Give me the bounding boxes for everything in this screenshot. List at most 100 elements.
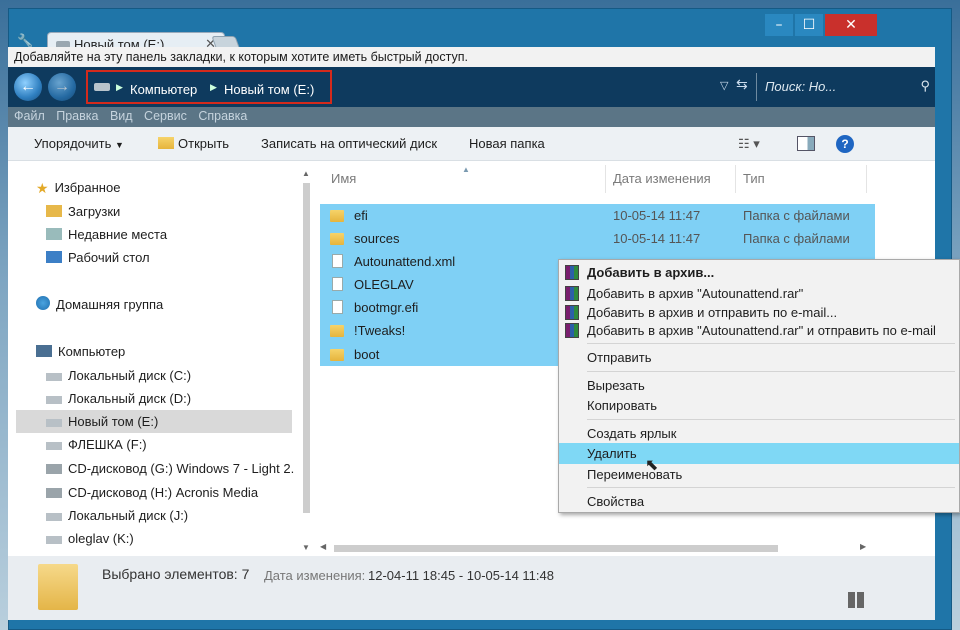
menu-send-to[interactable]: Отправить bbox=[559, 347, 959, 368]
chevron-right-icon: ▶ bbox=[116, 82, 123, 92]
winrar-icon bbox=[565, 305, 579, 320]
nav-scrollbar[interactable]: ▲ ▼ bbox=[302, 169, 312, 553]
menu-separator bbox=[587, 419, 955, 420]
forward-button[interactable]: → bbox=[48, 73, 76, 101]
scroll-down-icon[interactable]: ▼ bbox=[302, 543, 310, 552]
help-icon[interactable]: ? bbox=[836, 135, 854, 153]
computer-icon bbox=[36, 345, 52, 357]
menu-label: Копировать bbox=[587, 398, 657, 413]
menu-label: Удалить bbox=[587, 446, 637, 461]
nav-label: Локальный диск (D:) bbox=[68, 391, 192, 406]
view-options-icon[interactable]: ☷ ▾ bbox=[738, 136, 760, 152]
context-menu: Добавить в архив... Добавить в архив "Au… bbox=[558, 259, 960, 513]
menu-add-rar-and-email[interactable]: Добавить в архив "Autounattend.rar" и от… bbox=[559, 320, 959, 341]
sort-asc-icon: ▲ bbox=[462, 165, 470, 174]
selection-folder-icon bbox=[38, 564, 78, 610]
status-bar: Выбрано элементов: 7 Дата изменения: 12-… bbox=[8, 556, 935, 620]
search-icon[interactable]: ⚲ bbox=[920, 78, 930, 94]
nav-computer[interactable]: Компьютер bbox=[36, 340, 125, 363]
organize-button[interactable]: Упорядочить ▼ bbox=[34, 136, 124, 151]
file-date: 10-05-14 11:47 bbox=[613, 231, 701, 246]
navigation-pane: ★ Избранное Загрузки Недавние места Рабоч… bbox=[8, 161, 300, 556]
menu-label: Добавить в архив... bbox=[587, 265, 715, 280]
new-folder-button[interactable]: Новая папка bbox=[469, 136, 545, 151]
menu-separator bbox=[587, 371, 955, 372]
back-button[interactable]: ← bbox=[14, 73, 42, 101]
chevron-down-icon[interactable]: ▽ bbox=[720, 79, 728, 92]
column-type[interactable]: Тип bbox=[743, 171, 765, 186]
search-input[interactable]: Поиск: Но... ⚲ bbox=[756, 73, 934, 101]
nav-downloads[interactable]: Загрузки bbox=[46, 200, 120, 223]
menu-add-to-archive[interactable]: Добавить в архив... bbox=[559, 262, 959, 283]
open-label: Открыть bbox=[178, 136, 230, 151]
winrar-icon bbox=[565, 265, 579, 280]
file-name: boot bbox=[354, 347, 380, 362]
folder-icon bbox=[330, 349, 344, 361]
column-separator[interactable] bbox=[735, 165, 736, 193]
breadcrumb-computer[interactable]: Компьютер bbox=[130, 82, 197, 97]
column-separator[interactable] bbox=[866, 165, 867, 193]
column-date[interactable]: Дата изменения bbox=[613, 171, 711, 186]
file-row[interactable]: sources 10-05-14 11:47 Папка с файлами bbox=[320, 227, 875, 250]
menu-delete[interactable]: Удалить bbox=[559, 443, 959, 464]
menu-file[interactable]: Файл bbox=[14, 109, 45, 123]
file-row[interactable]: efi 10-05-14 11:47 Папка с файлами bbox=[320, 204, 875, 227]
folder-icon bbox=[330, 325, 344, 337]
nav-label: CD-дисковод (G:) Windows 7 - Light 2. bbox=[68, 461, 295, 476]
file-name: sources bbox=[354, 231, 400, 246]
nav-drive-d[interactable]: Локальный диск (D:) bbox=[46, 387, 191, 410]
chevron-right-icon: ▶ bbox=[210, 82, 217, 92]
nav-drive-k[interactable]: oleglav (K:) bbox=[46, 527, 134, 550]
menu-create-shortcut[interactable]: Создать ярлык bbox=[559, 423, 959, 444]
nav-drive-j[interactable]: Локальный диск (J:) bbox=[46, 504, 188, 527]
file-name: OLEGLAV bbox=[354, 277, 414, 292]
nav-label: CD-дисковод (H:) Acronis Media bbox=[68, 485, 259, 500]
nav-recent-places[interactable]: Недавние места bbox=[46, 223, 167, 246]
preview-pane-icon[interactable] bbox=[797, 136, 815, 151]
nav-homegroup[interactable]: Домашняя группа bbox=[36, 293, 163, 316]
file-icon bbox=[332, 277, 343, 291]
menu-edit[interactable]: Правка bbox=[56, 109, 98, 123]
menu-help[interactable]: Справка bbox=[198, 109, 247, 123]
maximize-button[interactable]: ☐ bbox=[795, 14, 823, 36]
menu-rename[interactable]: Переименовать bbox=[559, 464, 959, 485]
close-button[interactable]: ✕ bbox=[825, 14, 877, 36]
scroll-thumb[interactable] bbox=[334, 545, 778, 552]
nav-drive-g[interactable]: CD-дисковод (G:) Windows 7 - Light 2. bbox=[46, 457, 294, 480]
burn-button[interactable]: Записать на оптический диск bbox=[261, 136, 437, 151]
drive-icon bbox=[46, 513, 62, 521]
file-type: Папка с файлами bbox=[743, 231, 850, 246]
menu-view[interactable]: Вид bbox=[110, 109, 133, 123]
scroll-right-icon[interactable]: ▶ bbox=[860, 542, 866, 551]
nav-favorites[interactable]: ★ Избранное bbox=[36, 176, 120, 199]
menu-tools[interactable]: Сервис bbox=[144, 109, 187, 123]
desktop-icon bbox=[46, 251, 62, 263]
menu-label: Создать ярлык bbox=[587, 426, 677, 441]
nav-drive-c[interactable]: Локальный диск (C:) bbox=[46, 364, 191, 387]
nav-drive-f[interactable]: ФЛЕШКА (F:) bbox=[46, 433, 147, 456]
open-button[interactable]: Открыть bbox=[158, 136, 229, 151]
nav-label: Рабочий стол bbox=[68, 250, 150, 265]
scroll-up-icon[interactable]: ▲ bbox=[302, 169, 310, 178]
nav-drive-h[interactable]: CD-дисковод (H:) Acronis Media bbox=[46, 481, 258, 504]
minimize-button[interactable]: – bbox=[765, 14, 793, 36]
menu-cut[interactable]: Вырезать bbox=[559, 375, 959, 396]
column-name[interactable]: Имя bbox=[331, 171, 356, 186]
nav-drive-e[interactable]: Новый том (E:) bbox=[46, 410, 158, 433]
menu-label: Добавить в архив "Autounattend.rar" и от… bbox=[587, 323, 936, 338]
nav-label: ФЛЕШКА (F:) bbox=[68, 437, 147, 452]
nav-label: Недавние места bbox=[68, 227, 168, 242]
scroll-left-icon[interactable]: ◀ bbox=[320, 542, 326, 551]
breadcrumb-volume[interactable]: Новый том (E:) bbox=[224, 82, 314, 97]
menu-properties[interactable]: Свойства bbox=[559, 491, 959, 512]
menu-add-to-rar[interactable]: Добавить в архив "Autounattend.rar" bbox=[559, 283, 959, 304]
downloads-icon bbox=[46, 205, 62, 217]
nav-label: Локальный диск (J:) bbox=[68, 508, 189, 523]
status-date-label: Дата изменения: bbox=[264, 568, 366, 583]
nav-desktop[interactable]: Рабочий стол bbox=[46, 246, 150, 269]
scroll-thumb[interactable] bbox=[303, 183, 310, 513]
horizontal-scrollbar[interactable]: ◀ ▶ bbox=[320, 542, 872, 553]
menu-copy[interactable]: Копировать bbox=[559, 395, 959, 416]
refresh-icon[interactable]: ⇆ bbox=[736, 76, 748, 93]
column-separator[interactable] bbox=[605, 165, 606, 193]
